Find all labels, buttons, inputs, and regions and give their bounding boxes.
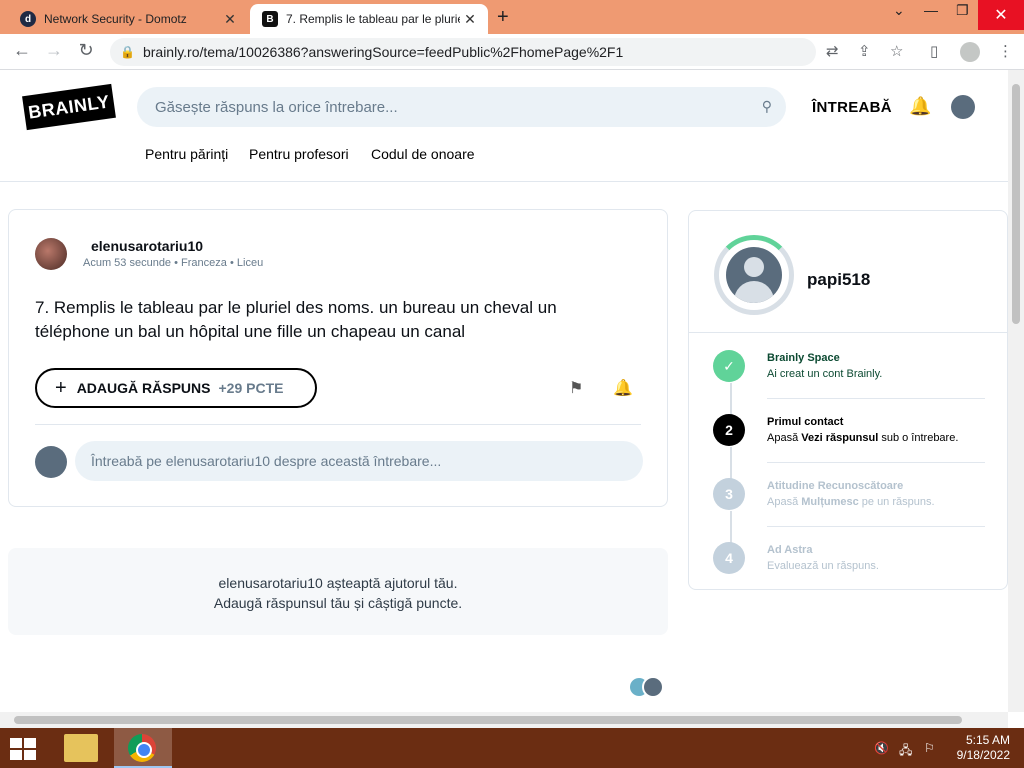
- close-tab-icon[interactable]: ✕: [460, 11, 480, 28]
- profile-name[interactable]: papi518: [807, 270, 870, 290]
- tab-title: 7. Remplis le tableau par le plurie: [286, 12, 460, 26]
- reload-icon[interactable]: ↻: [74, 40, 98, 61]
- step-desc: Apasă Vezi răspunsul sub o întrebare.: [767, 432, 959, 444]
- question-meta: Acum 53 secunde • Franceza • Liceu: [83, 257, 264, 269]
- window-close-icon[interactable]: ✕: [978, 0, 1024, 30]
- close-tab-icon[interactable]: ✕: [220, 11, 240, 28]
- search-placeholder: Găsește răspuns la orice întrebare...: [155, 98, 398, 116]
- network-icon[interactable]: 🖧: [899, 741, 912, 762]
- tab-title: Network Security - Domotz: [44, 12, 187, 26]
- nav-link-parents[interactable]: Pentru părinți: [145, 146, 228, 162]
- brainly-logo[interactable]: BRAINLY: [22, 83, 116, 131]
- step-title: Ad Astra: [767, 544, 813, 556]
- profile-icon[interactable]: [960, 42, 980, 62]
- author-avatar[interactable]: [35, 238, 67, 270]
- chrome-icon: [128, 734, 156, 762]
- nav-link-honor-code[interactable]: Codul de onoare: [371, 146, 475, 162]
- clock-time: 5:15 AM: [965, 733, 1010, 747]
- divider: [689, 332, 1007, 333]
- question-text: 7. Remplis le tableau par le pluriel des…: [35, 298, 557, 341]
- profile-avatar[interactable]: [726, 247, 782, 303]
- scroll-thumb[interactable]: [14, 716, 962, 724]
- step-number: 4: [713, 542, 745, 574]
- step-desc: Apasă Mulțumesc pe un răspuns.: [767, 496, 935, 508]
- system-clock[interactable]: 5:15 AM 9/18/2022: [957, 733, 1010, 763]
- add-answer-button[interactable]: + ADAUGĂ RĂSPUNS +29 PCTE: [35, 368, 317, 408]
- step-desc: Ai creat un cont Brainly.: [767, 368, 883, 380]
- browser-toolbar: ← → ↻ 🔒 brainly.ro/tema/10026386?answeri…: [0, 34, 1024, 70]
- step-number: 3: [713, 478, 745, 510]
- commenter-avatar: [35, 446, 67, 478]
- question-time: Acum 53 secunde: [83, 257, 172, 269]
- search-input[interactable]: Găsește răspuns la orice întrebare... ⚲: [137, 87, 786, 127]
- step-title: Brainly Space: [767, 352, 840, 364]
- user-avatar[interactable]: [951, 95, 975, 119]
- chrome-menu-icon[interactable]: ⋮: [998, 42, 1013, 60]
- divider: [35, 424, 641, 425]
- vertical-scrollbar[interactable]: [1008, 70, 1024, 712]
- action-center-icon[interactable]: ⚐: [924, 741, 935, 755]
- question-level: Liceu: [236, 257, 264, 269]
- follow-bell-icon[interactable]: 🔔: [613, 378, 633, 398]
- lock-icon: 🔒: [120, 45, 135, 59]
- domotz-favicon-icon: d: [20, 11, 36, 27]
- ask-question-button[interactable]: ÎNTREABĂ: [812, 99, 892, 116]
- windows-taskbar: 🔇 🖧 ⚐ 5:15 AM 9/18/2022: [0, 728, 1024, 768]
- comment-placeholder: Întreabă pe elenusarotariu10 despre acea…: [91, 453, 442, 469]
- plus-icon: +: [55, 376, 67, 399]
- url-text: brainly.ro/tema/10026386?answeringSource…: [142, 44, 624, 60]
- back-icon[interactable]: ←: [10, 40, 34, 61]
- notifications-bell-icon[interactable]: 🔔: [909, 96, 931, 117]
- viewer-avatar: [642, 676, 664, 698]
- browser-tab-bar: d Network Security - Domotz ✕ B 7. Rempl…: [0, 0, 1024, 34]
- share-icon[interactable]: ⇪: [858, 42, 871, 60]
- step-desc: Evaluează un răspuns.: [767, 560, 879, 572]
- question-subject[interactable]: Franceza: [181, 257, 227, 269]
- step-title: Atitudine Recunoscătoare: [767, 480, 904, 492]
- new-tab-icon[interactable]: +: [497, 6, 509, 29]
- forward-icon[interactable]: →: [42, 40, 66, 61]
- brainly-favicon-icon: B: [262, 11, 278, 27]
- waiting-line-2: Adaugă răspunsul tău și câștigă puncte.: [213, 595, 463, 611]
- side-panel-icon[interactable]: ▯: [930, 42, 938, 60]
- translate-icon[interactable]: ⇄: [826, 42, 839, 60]
- file-explorer-icon[interactable]: [64, 734, 98, 762]
- tab-brainly-question[interactable]: B 7. Remplis le tableau par le plurie ✕: [250, 4, 488, 34]
- bookmark-star-icon[interactable]: ☆: [890, 42, 903, 60]
- minimize-icon[interactable]: —: [924, 2, 938, 18]
- scroll-thumb[interactable]: [1012, 84, 1020, 324]
- report-flag-icon[interactable]: ⚑: [569, 378, 583, 398]
- step-number: 2: [713, 414, 745, 446]
- tab-network-security[interactable]: d Network Security - Domotz ✕: [8, 4, 248, 34]
- horizontal-scrollbar[interactable]: [0, 712, 1008, 728]
- address-bar[interactable]: 🔒 brainly.ro/tema/10026386?answeringSour…: [110, 38, 816, 66]
- onboarding-card: papi518 ✓ Brainly Space Ai creat un cont…: [688, 210, 1008, 590]
- points-label: +29 PCTE: [218, 380, 284, 396]
- windows-start-icon[interactable]: [10, 738, 38, 760]
- step-title: Primul contact: [767, 416, 844, 428]
- chrome-taskbar-button[interactable]: [114, 728, 172, 768]
- waiting-for-answer-box: elenusarotariu10 așteaptă ajutorul tău. …: [8, 548, 668, 635]
- question-card: elenusarotariu10 Acum 53 secunde • Franc…: [8, 209, 668, 507]
- clock-date: 9/18/2022: [956, 748, 1010, 762]
- author-name[interactable]: elenusarotariu10: [91, 238, 203, 254]
- volume-muted-icon[interactable]: 🔇: [874, 741, 889, 755]
- comment-input[interactable]: Întreabă pe elenusarotariu10 despre acea…: [75, 441, 643, 481]
- waiting-line-1: elenusarotariu10 așteaptă ajutorul tău.: [218, 575, 458, 591]
- restore-icon[interactable]: ❐: [956, 2, 969, 19]
- tab-search-chevron-icon[interactable]: ⌄: [893, 2, 905, 19]
- site-header: BRAINLY Găsește răspuns la orice întreba…: [0, 70, 1008, 182]
- nav-link-teachers[interactable]: Pentru profesori: [249, 146, 349, 162]
- check-icon: ✓: [713, 350, 745, 382]
- add-answer-label: ADAUGĂ RĂSPUNS: [76, 380, 211, 396]
- search-icon[interactable]: ⚲: [762, 98, 772, 115]
